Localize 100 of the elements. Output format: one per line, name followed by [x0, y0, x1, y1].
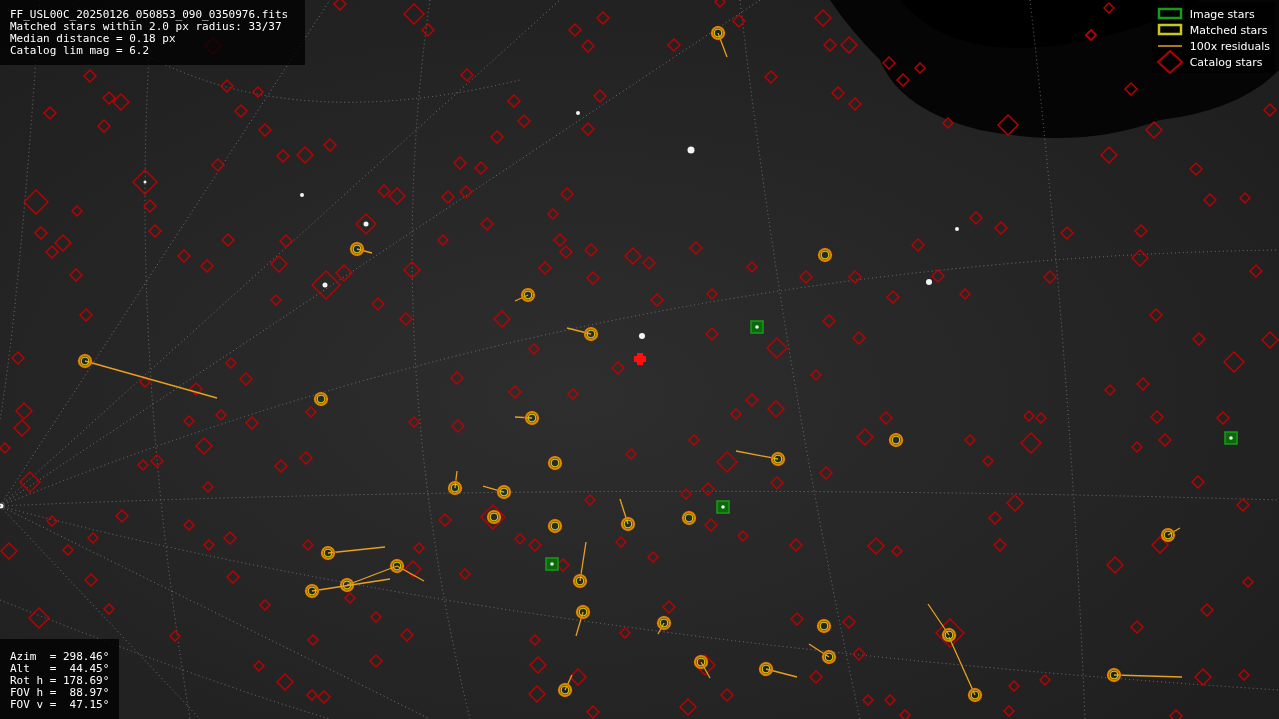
catalog-star-marker: [767, 400, 785, 418]
matched-star-marker: [816, 618, 832, 634]
catalog-star-marker: [450, 371, 464, 385]
matched-star-marker: [486, 509, 502, 525]
catalog-star-marker: [931, 269, 945, 283]
catalog-star-marker: [1145, 121, 1163, 139]
catalog-star-marker: [355, 213, 377, 235]
catalog-star-marker: [234, 104, 248, 118]
catalog-star-marker: [799, 270, 813, 284]
pointing-line: Azim = 298.46°: [10, 651, 110, 663]
catalog-star-marker: [451, 419, 465, 433]
catalog-star-marker: [493, 310, 511, 328]
catalog-star-marker: [1124, 82, 1138, 96]
catalog-star-marker: [586, 271, 600, 285]
catalog-star-marker: [884, 694, 896, 706]
catalog-star-marker: [547, 208, 559, 220]
catalog-star-marker: [460, 68, 474, 82]
catalog-star-marker: [459, 185, 473, 199]
catalog-star-marker: [69, 268, 83, 282]
matched-star-marker: [566, 326, 599, 342]
catalog-star-marker: [71, 205, 83, 217]
catalog-star-marker: [891, 545, 903, 557]
catalog-star-marker: [517, 114, 531, 128]
catalog-star-marker: [87, 532, 99, 544]
catalog-star-marker: [896, 73, 910, 87]
catalog-star-marker: [1100, 146, 1118, 164]
catalog-star-marker: [737, 530, 749, 542]
legend-label: Matched stars: [1189, 23, 1268, 37]
matched-star-marker: [320, 545, 386, 561]
catalog-star-marker: [307, 634, 319, 646]
catalog-star-marker: [764, 70, 778, 84]
catalog-star-marker: [593, 89, 607, 103]
catalog-star-marker: [220, 79, 234, 93]
catalog-star-marker: [344, 592, 356, 604]
catalog-star-marker: [790, 612, 804, 626]
matched-star-marker: [1160, 527, 1181, 543]
catalog-star-marker: [19, 471, 41, 493]
matched-star-marker: [710, 25, 728, 58]
catalog-star-marker: [203, 539, 215, 551]
catalog-star-marker: [988, 511, 1002, 525]
catalog-star-marker: [83, 69, 97, 83]
catalog-star-marker: [624, 247, 642, 265]
catalog-star-marker: [1039, 674, 1051, 686]
catalog-star-marker: [852, 331, 866, 345]
catalog-star-marker: [586, 705, 600, 719]
catalog-star-marker: [879, 411, 893, 425]
catalog-star-marker: [745, 393, 759, 407]
catalog-star-marker: [1131, 441, 1143, 453]
catalog-star-marker: [619, 627, 631, 639]
catalog-star-marker: [770, 476, 784, 490]
catalog-star-marker: [226, 570, 240, 584]
catalog-star-marker: [852, 647, 866, 661]
catalog-star-marker: [914, 62, 926, 74]
diamond-swatch-icon: [1156, 50, 1183, 74]
catalog-star-marker: [13, 419, 31, 437]
catalog-star-marker: [0, 442, 11, 454]
catalog-star-marker: [720, 688, 734, 702]
catalog-star-marker: [528, 343, 540, 355]
matched-star-marker: [482, 484, 512, 500]
catalog-star-marker: [369, 654, 383, 668]
catalog-star-marker: [584, 494, 596, 506]
catalog-star-marker: [705, 327, 719, 341]
catalog-star-marker: [584, 243, 598, 257]
catalog-star-marker: [1035, 412, 1047, 424]
matched-star-marker: [808, 643, 837, 665]
matched-star-marker: [681, 510, 697, 526]
catalog-star-marker: [1194, 668, 1212, 686]
catalog-star-marker: [306, 689, 318, 701]
catalog-star-marker: [528, 685, 546, 703]
catalog-star-marker: [688, 434, 700, 446]
catalog-star-marker: [704, 518, 718, 532]
catalog-star-marker: [615, 536, 627, 548]
catalog-star-marker: [581, 122, 595, 136]
catalog-star-marker: [148, 224, 162, 238]
image-star-swatch-icon: [1156, 6, 1183, 22]
catalog-star-marker: [625, 448, 637, 460]
catalog-star-marker: [1134, 224, 1148, 238]
catalog-star-marker: [1106, 556, 1124, 574]
matched-star-swatch-icon: [1156, 22, 1183, 38]
catalog-star-marker: [1191, 475, 1205, 489]
catalog-star-marker: [667, 38, 681, 52]
catalog-star-marker: [935, 618, 965, 648]
info-line: Catalog lim mag = 6.2: [10, 45, 151, 57]
catalog-star-marker: [942, 117, 954, 129]
catalog-star-marker: [403, 261, 421, 279]
info-line: Median distance = 0.18 px: [10, 33, 177, 45]
catalog-star-marker: [1104, 384, 1116, 396]
catalog-star-marker: [258, 123, 272, 137]
catalog-star-marker: [882, 56, 896, 70]
catalog-star-marker: [701, 482, 715, 496]
catalog-star-marker: [28, 607, 50, 629]
catalog-star-marker: [730, 408, 742, 420]
catalog-star-marker: [911, 238, 925, 252]
catalog-star-marker: [1189, 162, 1203, 176]
catalog-star-marker: [650, 293, 664, 307]
catalog-star-marker: [964, 434, 976, 446]
catalog-star-marker: [112, 93, 130, 111]
catalog-star-marker: [1151, 536, 1169, 554]
catalog-star-marker: [1200, 603, 1214, 617]
catalog-star-marker: [1043, 270, 1057, 284]
